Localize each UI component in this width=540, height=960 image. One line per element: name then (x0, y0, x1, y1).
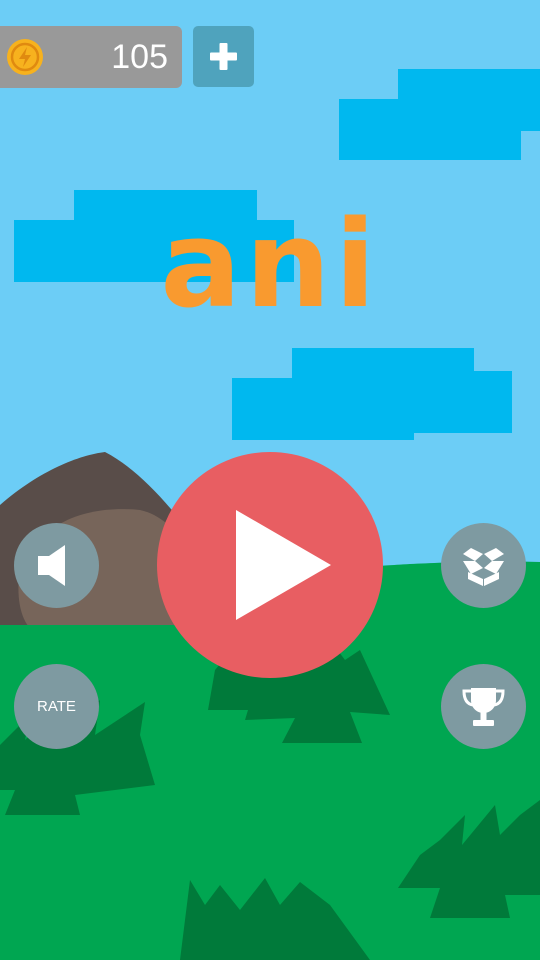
leaderboard-button[interactable] (441, 664, 526, 749)
dropbox-icon (463, 548, 504, 586)
game-title: ani (160, 196, 380, 335)
play-button[interactable] (157, 452, 383, 678)
speaker-icon (38, 545, 65, 586)
store-button[interactable] (441, 523, 526, 608)
sound-toggle-button[interactable] (14, 523, 99, 608)
rate-button[interactable]: RATE (14, 664, 99, 749)
add-coins-button[interactable] (193, 26, 254, 87)
trophy-icon (462, 688, 505, 726)
coin-count: 105 (111, 38, 168, 76)
coin-counter: 105 (0, 26, 182, 88)
rate-label: RATE (37, 698, 76, 715)
plus-icon (210, 43, 237, 70)
play-icon (236, 510, 331, 620)
coin-icon (7, 39, 43, 75)
